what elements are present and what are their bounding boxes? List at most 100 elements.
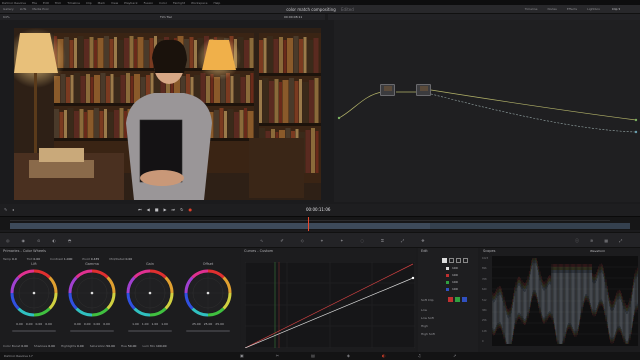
param-value[interactable]: 50.00 (128, 344, 137, 348)
audio-icon[interactable]: ◂ (12, 207, 14, 212)
curves-icon[interactable]: ◎ (6, 238, 10, 243)
blue-swatch[interactable] (462, 297, 467, 302)
color-wheel-offset[interactable]: Offset 25.00 25.00 25.00 (180, 262, 236, 348)
wheel-value[interactable]: 1.00 (152, 322, 159, 326)
wheel-puck[interactable] (206, 291, 210, 295)
wheel-value[interactable]: 0.00 (84, 322, 91, 326)
wheel-value[interactable]: 0.00 (94, 322, 101, 326)
menu-item[interactable]: Fusion (144, 1, 154, 5)
param-value[interactable]: 50.00 (106, 344, 115, 348)
stop-icon[interactable]: ■ (155, 207, 159, 212)
hdr-icon[interactable]: ⊙ (37, 238, 40, 243)
zoom-level[interactable]: 64% (3, 15, 10, 19)
rgb-mixer-icon[interactable]: ◐ (52, 238, 56, 243)
magic-mask-icon[interactable]: ✦ (340, 238, 343, 243)
skip-back-icon[interactable]: ⏮ (138, 207, 142, 212)
waveform-icon[interactable]: ≋ (590, 238, 593, 244)
expand-icon[interactable]: ⤢ (619, 238, 622, 244)
param-value[interactable]: 0.00 (48, 344, 55, 348)
menu-item[interactable]: Fairlight (173, 1, 185, 5)
channel-y[interactable] (442, 258, 447, 263)
deliver-page-icon[interactable]: ➚ (453, 353, 456, 358)
menu-item[interactable]: View (111, 1, 118, 5)
playhead[interactable] (308, 217, 309, 231)
master-slider[interactable] (70, 330, 114, 332)
green-swatch[interactable] (455, 297, 460, 302)
master-slider[interactable] (128, 330, 172, 332)
skip-forward-icon[interactable]: ⏭ (172, 207, 176, 212)
play-reverse-icon[interactable]: ◀ (147, 207, 150, 212)
param-value[interactable]: 0.435 (91, 257, 100, 261)
menu-item[interactable]: Color (159, 1, 167, 5)
3d-icon[interactable]: ❖ (421, 238, 425, 243)
channel-intensity-value[interactable]: 100 (452, 266, 458, 270)
info-icon[interactable]: ⓘ (575, 238, 579, 244)
window-icon[interactable]: ◇ (301, 238, 304, 243)
color-page-icon[interactable]: ◐ (382, 353, 386, 358)
wheel-graphic[interactable] (122, 267, 178, 321)
wheel-value[interactable]: 25.00 (204, 322, 213, 326)
wheel-puck[interactable] (90, 291, 94, 295)
record-icon[interactable]: ● (189, 207, 193, 212)
menu-item[interactable]: Clip (86, 1, 92, 5)
wheel-value[interactable]: 0.00 (26, 322, 33, 326)
wheels-icon[interactable]: ◉ (22, 238, 26, 243)
color-wheel-gain[interactable]: Gain 1.00 1.00 1.00 1.00 (122, 262, 178, 348)
menu-item[interactable]: Timeline (67, 1, 80, 5)
param-value[interactable]: 0.00 (21, 344, 28, 348)
titlebar-button[interactable]: Nodes (547, 7, 556, 11)
param-value[interactable]: 0.00 (33, 257, 40, 261)
channel-r[interactable] (449, 258, 454, 263)
param-value[interactable]: 0.00 (125, 257, 132, 261)
wheel-value[interactable]: 0.00 (36, 322, 43, 326)
param-value[interactable]: 0.00 (77, 344, 84, 348)
menu-item[interactable]: Playback (124, 1, 137, 5)
clip-selector[interactable]: Clip ▾ (612, 7, 620, 11)
wheel-graphic[interactable] (6, 267, 62, 321)
scope-mode[interactable]: Waveform (590, 249, 605, 253)
play-icon[interactable]: ▶ (163, 207, 166, 212)
wheel-value[interactable]: 1.00 (142, 322, 149, 326)
node-editor[interactable] (334, 20, 640, 202)
menu-item[interactable]: DaVinci Resolve (2, 1, 26, 5)
curve-graph[interactable] (245, 262, 415, 348)
param-value[interactable]: 0.0 (12, 257, 17, 261)
node-01[interactable] (380, 84, 395, 96)
edit-page-icon[interactable]: ▤ (311, 353, 315, 358)
channel-g[interactable] (456, 258, 461, 263)
tracker-icon[interactable]: ⌖ (321, 238, 323, 243)
menu-item[interactable]: Edit (43, 1, 49, 5)
wheel-value[interactable]: 0.00 (74, 322, 81, 326)
wheel-puck[interactable] (32, 291, 36, 295)
qualifier-icon[interactable]: ✐ (280, 238, 283, 243)
tools-icon[interactable]: ✎ (4, 207, 7, 212)
channel-intensity-value[interactable]: 100 (452, 280, 458, 284)
sizing-icon[interactable]: ⤢ (401, 238, 404, 243)
wheel-graphic[interactable] (180, 267, 236, 321)
titlebar-button[interactable]: Timeline (525, 7, 538, 11)
motion-icon[interactable]: ◓ (68, 238, 72, 243)
wheel-value[interactable]: 0.00 (16, 322, 23, 326)
menu-item[interactable]: Help (213, 1, 220, 5)
fusion-page-icon[interactable]: ◈ (347, 353, 350, 358)
master-slider[interactable] (186, 330, 230, 332)
color-wheel-lift[interactable]: Lift 0.00 0.00 0.00 0.00 (6, 262, 62, 348)
menu-item[interactable]: Mark (98, 1, 105, 5)
scope-toggle-icon[interactable]: ▦ (604, 238, 608, 244)
titlebar-button[interactable]: Effects (567, 7, 577, 11)
master-slider[interactable] (12, 330, 56, 332)
color-wheel-gamma[interactable]: Gamma 0.00 0.00 0.00 0.00 (64, 262, 120, 348)
channel-b[interactable] (463, 258, 468, 263)
node-02[interactable] (416, 84, 431, 96)
key-icon[interactable]: ⚿ (381, 238, 384, 243)
wheel-puck[interactable] (148, 291, 152, 295)
channel-intensity-value[interactable]: 100 (452, 273, 458, 277)
cut-page-icon[interactable]: ✂ (276, 353, 279, 358)
curve-tool-icon[interactable]: ∿ (260, 238, 263, 243)
channel-intensity-value[interactable]: 100 (452, 287, 458, 291)
timeline-clip[interactable] (430, 223, 630, 229)
param-value[interactable]: 1.000 (64, 257, 73, 261)
menu-item[interactable]: File (32, 1, 37, 5)
fairlight-page-icon[interactable]: ♫ (418, 353, 422, 358)
wheel-value[interactable]: 25.00 (215, 322, 224, 326)
